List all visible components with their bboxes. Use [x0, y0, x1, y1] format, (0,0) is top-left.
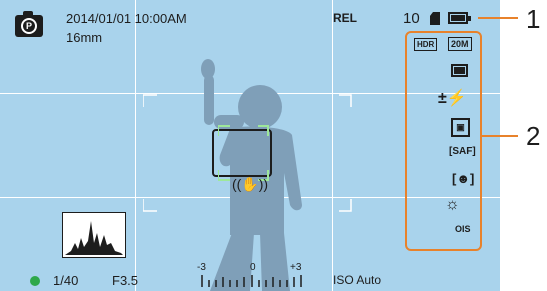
rel-indicator: REL: [333, 11, 357, 25]
datetime: 2014/01/01 10:00AM: [66, 11, 187, 26]
focal-length: 16mm: [66, 30, 103, 45]
status-dot: [30, 276, 40, 286]
ev-scale-mid: 0: [250, 262, 256, 273]
callout-number-2: 2: [526, 121, 541, 151]
callout-number-1: 1: [526, 4, 541, 34]
aperture: F3.5: [112, 273, 139, 288]
histogram-graph: [65, 221, 123, 255]
iso-setting: ISO Auto: [333, 273, 382, 287]
histogram: [62, 212, 126, 258]
camera-screen: ((✋)) P 2014/01/01 10:00AM 16mm REL 10 H…: [0, 0, 500, 291]
battery-icon: [448, 12, 471, 24]
exposure-scale: [201, 275, 302, 287]
ev-scale-min: -3: [197, 262, 206, 273]
camera-display-diagram: ((✋)) P 2014/01/01 10:00AM 16mm REL 10 H…: [0, 0, 547, 291]
grid-line-v1: [135, 0, 136, 291]
camera-p-mode-icon: P: [15, 11, 43, 37]
ev-scale-max: +3: [290, 262, 302, 273]
shake-warning-icon: ((✋)): [232, 176, 269, 192]
memory-card-icon: [430, 12, 440, 25]
callout-line-2: [482, 135, 518, 137]
af-focus-corners: [218, 125, 269, 181]
shutter-speed: 1/40: [53, 273, 79, 288]
callout-line-1: [478, 17, 518, 19]
shot-count: 10: [403, 10, 420, 27]
settings-panel-outline: [405, 31, 482, 251]
